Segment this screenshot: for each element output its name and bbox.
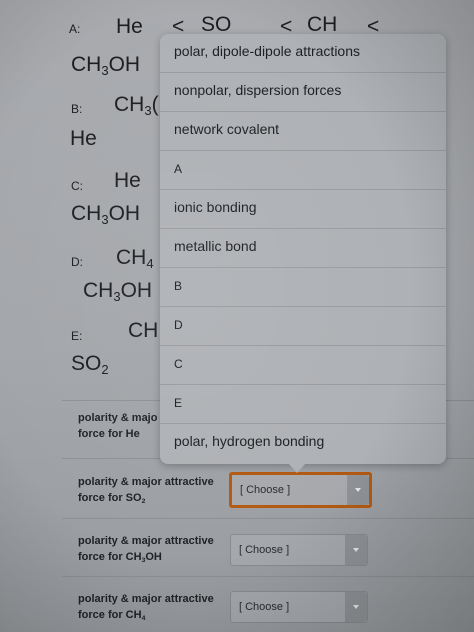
chevron-down-icon[interactable] (345, 592, 367, 622)
quiz-screen: A: He < SO < CH < CH3OH B: CH3( He C: He… (0, 0, 474, 632)
select-value: [ Choose ] (239, 601, 290, 613)
choice-b-line2: He (70, 127, 97, 150)
so2-force-select[interactable]: [ Choose ] (229, 472, 372, 508)
ch4-force-select[interactable]: [ Choose ] (230, 591, 368, 623)
divider (62, 518, 474, 519)
question-he-label: polarity & majo force for He (78, 412, 158, 440)
dropdown-menu: polar, dipole-dipole attractions nonpola… (160, 34, 446, 464)
select-value: [ Choose ] (239, 544, 290, 556)
choice-c-line2: CH3OH (71, 202, 141, 228)
question-ch4-label: polarity & major attractive force for CH… (78, 593, 214, 623)
choice-d-letter: D: (71, 255, 83, 269)
ch3oh-force-select[interactable]: [ Choose ] (230, 534, 368, 566)
chevron-down-icon[interactable] (347, 475, 369, 505)
choice-b-letter: B: (71, 102, 83, 116)
choice-b-line1: CH3( (114, 93, 159, 119)
option-a[interactable]: A (160, 151, 446, 190)
select-value: [ Choose ] (240, 484, 291, 496)
option-network-covalent[interactable]: network covalent (160, 112, 446, 151)
option-polar-dipole[interactable]: polar, dipole-dipole attractions (160, 34, 446, 73)
choice-d-line1: CH4 (116, 246, 154, 272)
choice-e-line1: CH, (128, 319, 164, 342)
choice-a-letter: A: (69, 22, 81, 36)
choice-a-line1: He (116, 15, 143, 38)
choice-c-line1: He (114, 169, 141, 192)
choice-a-line2: CH3OH (71, 53, 141, 79)
option-c[interactable]: C (160, 346, 446, 385)
option-nonpolar-dispersion[interactable]: nonpolar, dispersion forces (160, 73, 446, 112)
choice-e-line2: SO2 (71, 352, 109, 378)
choice-e-letter: E: (71, 329, 83, 343)
question-so2-label: polarity & major attractive force for SO… (78, 476, 214, 506)
choice-d-line2: CH3OH (83, 279, 153, 305)
choice-c-letter: C: (71, 179, 83, 193)
question-ch3oh-label: polarity & major attractive force for CH… (78, 535, 214, 565)
option-e[interactable]: E (160, 385, 446, 424)
divider (62, 576, 474, 577)
option-d[interactable]: D (160, 307, 446, 346)
option-polar-hydrogen[interactable]: polar, hydrogen bonding (160, 424, 446, 463)
dropdown-pointer (288, 463, 306, 473)
option-ionic-bonding[interactable]: ionic bonding (160, 190, 446, 229)
option-metallic-bond[interactable]: metallic bond (160, 229, 446, 268)
chevron-down-icon[interactable] (345, 535, 367, 565)
option-b[interactable]: B (160, 268, 446, 307)
